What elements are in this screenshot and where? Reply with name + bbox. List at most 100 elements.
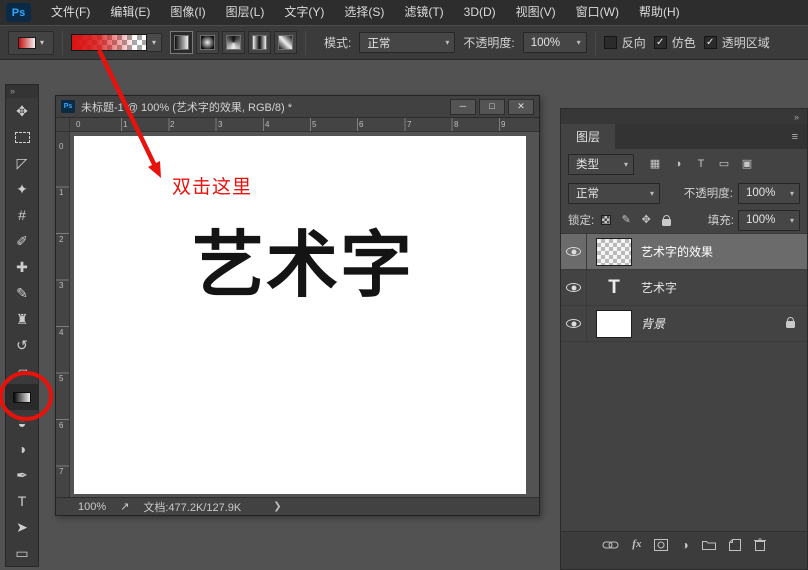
reverse-checkbox[interactable] xyxy=(603,36,617,49)
healing-brush-tool[interactable]: ✚ xyxy=(6,254,38,280)
marquee-tool[interactable] xyxy=(6,124,38,150)
layer-style-icon[interactable]: fx xyxy=(632,539,641,550)
zoom-level[interactable]: 100% xyxy=(78,501,106,513)
menu-layer[interactable]: 图层(L) xyxy=(216,0,275,25)
transparency-checkbox[interactable]: ✓ xyxy=(703,36,717,49)
chevron-down-icon[interactable]: ▾ xyxy=(147,33,162,52)
diamond-gradient-button[interactable] xyxy=(274,31,297,54)
layer-row-background[interactable]: 背景 xyxy=(561,306,807,342)
visibility-toggle[interactable] xyxy=(561,306,587,341)
ruler-number: 1 xyxy=(123,120,128,129)
layer-row-effect[interactable]: 艺术字的效果 xyxy=(561,234,807,270)
filter-type-select[interactable]: 类型 ▾ xyxy=(568,153,634,175)
fill-select[interactable]: 100% ▾ xyxy=(738,209,800,231)
menu-edit[interactable]: 编辑(E) xyxy=(100,0,160,25)
adjustment-layer-icon[interactable]: ◑ xyxy=(681,539,688,551)
new-group-icon[interactable] xyxy=(701,539,716,550)
menu-3d[interactable]: 3D(D) xyxy=(454,0,506,25)
padlock-icon xyxy=(786,317,795,328)
linear-gradient-button[interactable] xyxy=(170,31,193,54)
adjustment-filter-icon[interactable]: ◑ xyxy=(668,155,688,174)
menu-filter[interactable]: 滤镜(T) xyxy=(394,0,453,25)
shape-tool[interactable]: ▭ xyxy=(6,540,38,566)
type-tool[interactable]: T xyxy=(6,488,38,514)
maximize-button[interactable]: □ xyxy=(479,98,505,115)
crop-tool[interactable]: # xyxy=(6,202,38,228)
reflected-gradient-button[interactable] xyxy=(248,31,271,54)
panel-footer xyxy=(561,557,807,569)
mode-select[interactable]: 正常 ▾ xyxy=(359,32,456,53)
lock-all-icon[interactable] xyxy=(658,211,674,230)
gradient-preview[interactable] xyxy=(71,34,147,51)
gradient-picker[interactable]: ▾ xyxy=(71,33,162,52)
panel-header: » xyxy=(561,109,807,124)
tool-panel: » ✥ ◸ ✦ # ✐ ✚ ✎ ♜ ↺ ▱ ◒ ◑ ✒ T ➤ ▭ xyxy=(5,84,39,567)
lock-transparency-icon[interactable] xyxy=(598,211,614,230)
brush-tool[interactable]: ✎ xyxy=(6,280,38,306)
eraser-tool[interactable]: ▱ xyxy=(6,358,38,384)
panel-collapse-icon[interactable]: » xyxy=(794,112,799,122)
eyedropper-tool[interactable]: ✐ xyxy=(6,228,38,254)
move-tool[interactable]: ✥ xyxy=(6,98,38,124)
link-layers-icon[interactable] xyxy=(602,540,619,550)
menu-type[interactable]: 文字(Y) xyxy=(274,0,334,25)
ruler-number: 0 xyxy=(76,120,81,129)
opacity-select[interactable]: 100% ▾ xyxy=(522,32,587,53)
menu-image[interactable]: 图像(I) xyxy=(160,0,215,25)
lock-pixels-icon[interactable]: ✎ xyxy=(618,211,634,230)
layer-row-text[interactable]: T 艺术字 xyxy=(561,270,807,306)
tool-preset-picker[interactable]: ▾ xyxy=(8,30,54,55)
clone-stamp-tool[interactable]: ♜ xyxy=(6,306,38,332)
text-layer-thumbnail[interactable]: T xyxy=(596,274,632,302)
menu-window[interactable]: 窗口(W) xyxy=(566,0,629,25)
chevron-down-icon: ▾ xyxy=(789,215,794,225)
new-layer-icon[interactable] xyxy=(728,538,741,551)
blur-tool[interactable]: ◒ xyxy=(6,410,38,436)
layer-thumbnail[interactable] xyxy=(596,309,632,338)
tab-layers[interactable]: 图层 xyxy=(561,124,616,149)
background-lock-icon[interactable] xyxy=(786,316,795,331)
menu-select[interactable]: 选择(S) xyxy=(334,0,394,25)
layer-mask-icon[interactable] xyxy=(654,538,669,551)
blend-mode-select[interactable]: 正常 ▾ xyxy=(568,182,660,204)
menu-file[interactable]: 文件(F) xyxy=(41,0,100,25)
layer-thumbnail[interactable] xyxy=(596,237,632,266)
shape-filter-icon[interactable]: ▭ xyxy=(714,155,734,174)
dodge-tool[interactable]: ◑ xyxy=(6,436,38,462)
pixel-filter-icon[interactable]: ▦ xyxy=(645,155,665,174)
path-selection-tool[interactable]: ➤ xyxy=(6,514,38,540)
divider xyxy=(62,30,63,55)
type-filter-icon[interactable]: T xyxy=(691,155,711,174)
menu-view[interactable]: 视图(V) xyxy=(506,0,566,25)
ruler-number: 3 xyxy=(59,281,64,290)
lasso-tool[interactable]: ◸ xyxy=(6,150,38,176)
lock-position-icon[interactable]: ✥ xyxy=(638,211,654,230)
angle-gradient-button[interactable] xyxy=(222,31,245,54)
quick-select-tool[interactable]: ✦ xyxy=(6,176,38,202)
close-button[interactable]: ✕ xyxy=(508,98,534,115)
document-titlebar[interactable]: Ps 未标题-1 @ 100% (艺术字的效果, RGB/8) * ─ □ ✕ xyxy=(56,96,539,118)
layer-opacity-select[interactable]: 100% ▾ xyxy=(738,182,800,204)
gradient-tool[interactable] xyxy=(6,384,38,410)
status-chevron-icon[interactable]: ❯ xyxy=(273,501,281,512)
canvas[interactable]: 双击这里 艺术字 xyxy=(74,136,526,494)
reverse-option: 反向 xyxy=(603,34,646,51)
visibility-toggle[interactable] xyxy=(561,234,587,269)
tutorial-annotation-text: 双击这里 xyxy=(172,177,253,198)
menu-help[interactable]: 帮助(H) xyxy=(629,0,690,25)
history-brush-tool[interactable]: ↺ xyxy=(6,332,38,358)
ruler-corner xyxy=(56,118,70,132)
status-arrow-icon[interactable]: ↗ xyxy=(120,500,129,513)
toolbar-collapse-icon[interactable]: » xyxy=(6,85,38,98)
dither-checkbox[interactable]: ✓ xyxy=(653,36,667,49)
smart-object-filter-icon[interactable]: ▣ xyxy=(737,155,757,174)
radial-gradient-button[interactable] xyxy=(196,31,219,54)
eye-icon xyxy=(566,283,581,292)
visibility-toggle[interactable] xyxy=(561,270,587,305)
document-body: 0 1 2 3 4 5 6 7 8 9 0 1 2 3 4 5 6 7 双击这里… xyxy=(56,118,539,497)
delete-layer-icon[interactable] xyxy=(753,538,766,551)
pen-tool[interactable]: ✒ xyxy=(6,462,38,488)
minimize-button[interactable]: ─ xyxy=(450,98,476,115)
gradient-icon xyxy=(13,391,31,403)
panel-menu-icon[interactable]: ≡ xyxy=(792,131,807,143)
